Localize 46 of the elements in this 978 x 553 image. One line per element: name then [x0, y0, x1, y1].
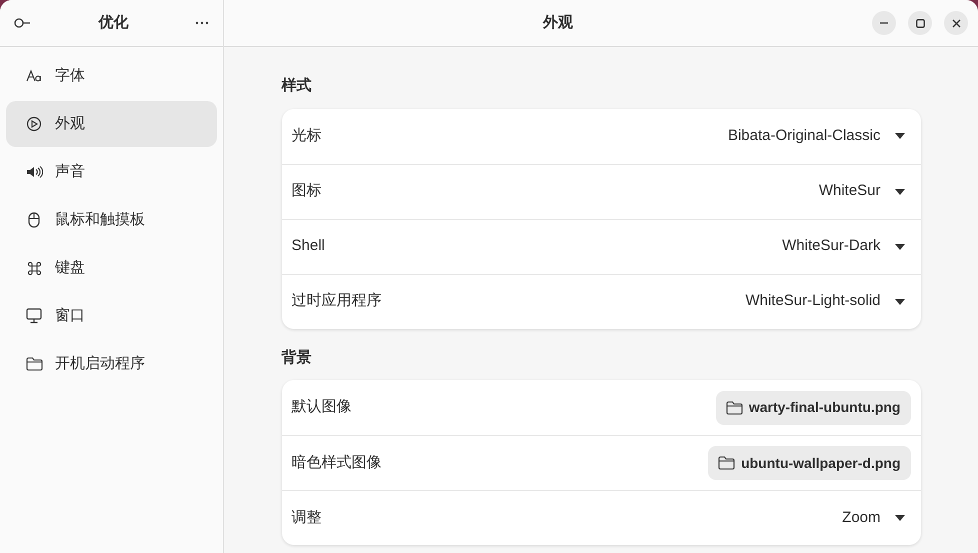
row-label: 光标: [292, 126, 322, 146]
row-label: 默认图像: [292, 397, 352, 418]
maximize-icon: [916, 18, 924, 28]
sidebar-item[interactable]: 外观: [6, 101, 217, 147]
dropdown-arrow-icon: [894, 188, 904, 194]
section-heading: 背景: [282, 348, 312, 368]
sidebar-item[interactable]: 声音: [6, 149, 217, 195]
file-chooser-button[interactable]: warty-final-ubuntu.png: [716, 390, 910, 424]
dropdown-arrow-icon: [894, 298, 904, 304]
sidebar-item[interactable]: 开机启动程序: [6, 341, 217, 387]
dropdown-arrow-icon: [894, 244, 904, 250]
dropdown[interactable]: WhiteSur-Light-solid: [745, 284, 910, 318]
window-title: 外观: [542, 12, 574, 33]
close-button[interactable]: [944, 11, 968, 35]
maximize-button[interactable]: [908, 11, 932, 35]
row-label: 过时应用程序: [292, 291, 382, 312]
folder-icon: [26, 357, 42, 371]
dropdown[interactable]: Zoom: [842, 501, 910, 535]
dropdown-arrow-icon: [894, 515, 904, 521]
palette-icon: [26, 116, 42, 132]
folder-icon: [718, 456, 736, 470]
minimize-icon: [880, 22, 888, 24]
sidebar-item[interactable]: 字体: [6, 53, 217, 99]
close-icon: [952, 18, 960, 28]
row-label: 调整: [292, 508, 322, 528]
more-icon[interactable]: [195, 21, 209, 25]
monitor-icon: [26, 308, 42, 324]
speaker-icon: [26, 165, 42, 179]
sidebar-title: 优化: [97, 12, 130, 33]
mouse-icon: [28, 212, 40, 228]
sidebar-item[interactable]: 窗口: [6, 293, 217, 339]
row-label: 图标: [292, 181, 322, 202]
dropdown[interactable]: WhiteSur-Dark: [782, 230, 910, 264]
folder-icon: [726, 400, 743, 414]
font-icon: [26, 69, 42, 83]
dropdown-arrow-icon: [894, 133, 904, 139]
dropdown[interactable]: WhiteSur: [818, 174, 910, 208]
file-chooser-button[interactable]: ubuntu-wallpaper-d.png: [708, 446, 910, 480]
command-key-icon: [26, 260, 42, 276]
dropdown[interactable]: Bibata-Original-Classic: [728, 119, 910, 153]
sidebar-item[interactable]: 键盘: [6, 245, 217, 291]
sidebar-item[interactable]: 鼠标和触摸板: [6, 197, 217, 243]
section-heading: 样式: [282, 76, 312, 96]
row-label: Shell: [292, 236, 326, 256]
row-label: 暗色样式图像: [292, 452, 382, 473]
key-icon[interactable]: [14, 18, 32, 28]
